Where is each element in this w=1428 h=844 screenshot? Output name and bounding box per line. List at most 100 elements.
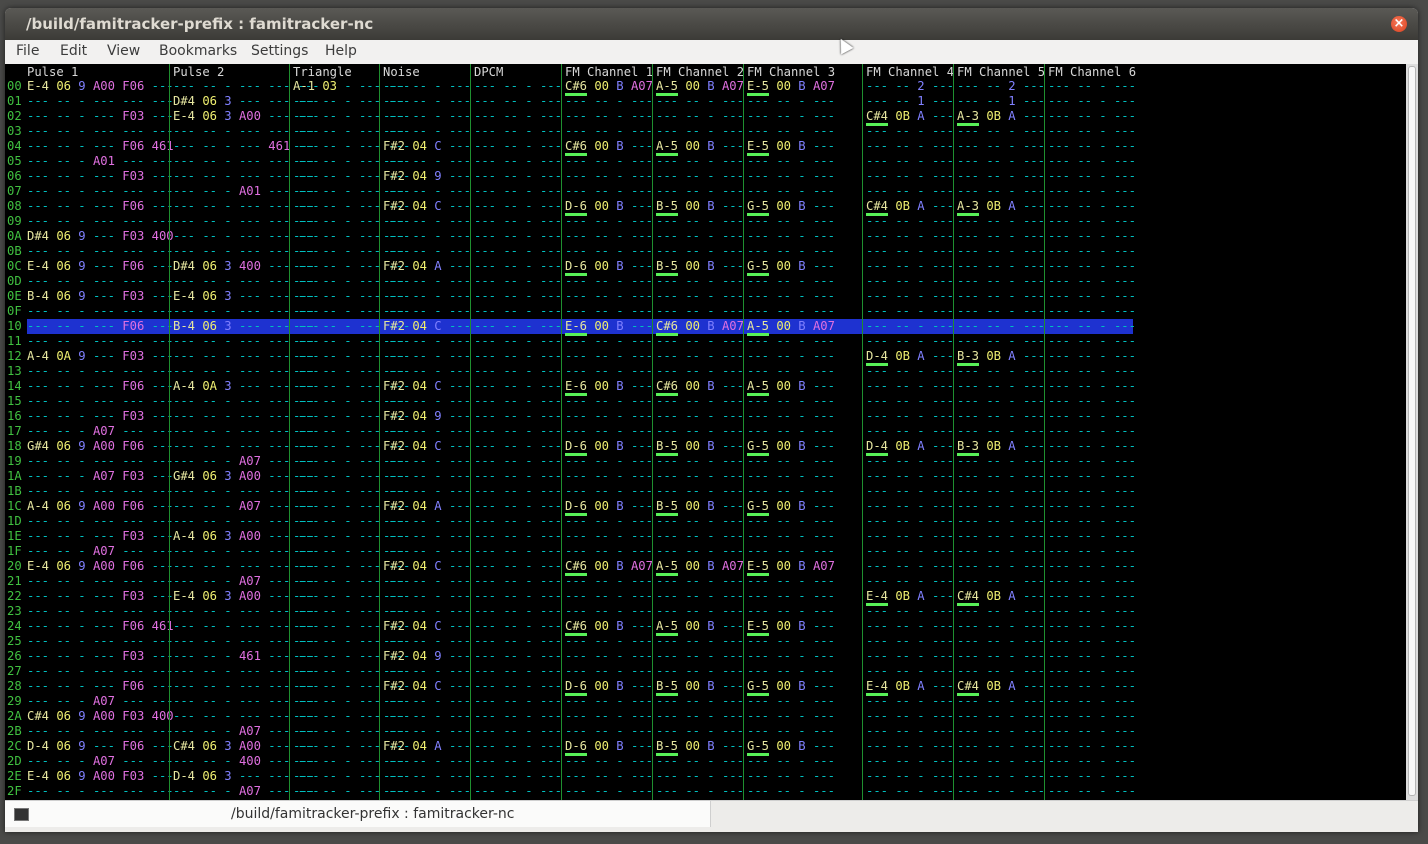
pattern-cell[interactable]: --- xyxy=(747,229,769,243)
pattern-cell[interactable]: --- xyxy=(631,709,653,723)
menu-settings[interactable]: Settings xyxy=(251,43,308,59)
pattern-cell[interactable]: - xyxy=(1008,214,1015,228)
pattern-cell[interactable]: - xyxy=(707,514,714,528)
pattern-cell[interactable]: F#2 xyxy=(383,649,405,663)
pattern-cell[interactable]: --- xyxy=(631,769,653,783)
pattern-cell[interactable]: B-4 xyxy=(173,319,195,333)
pattern-cell[interactable]: -- xyxy=(412,454,427,468)
pattern-cell[interactable]: D-6 xyxy=(565,739,587,753)
pattern-cell[interactable]: - xyxy=(224,604,231,618)
pattern-cell[interactable]: - xyxy=(1008,154,1015,168)
pattern-cell[interactable]: --- xyxy=(359,94,381,108)
pattern-cell[interactable]: --- xyxy=(293,619,315,633)
pattern-cell[interactable]: - xyxy=(525,634,532,648)
pattern-cell[interactable]: -- xyxy=(685,649,700,663)
pattern-cell[interactable]: --- xyxy=(565,484,587,498)
pattern-cell[interactable]: --- xyxy=(152,679,174,693)
pattern-cell[interactable]: - xyxy=(78,619,85,633)
pattern-cell[interactable]: --- xyxy=(656,574,678,588)
pattern-cell[interactable]: B xyxy=(798,499,805,513)
pattern-cell[interactable]: --- xyxy=(540,139,562,153)
pattern-cell[interactable]: --- xyxy=(866,274,888,288)
pattern-cell[interactable]: - xyxy=(917,169,924,183)
pattern-cell[interactable]: --- xyxy=(540,574,562,588)
pattern-cell[interactable]: 00 xyxy=(594,439,609,453)
pattern-cell[interactable]: --- xyxy=(93,634,115,648)
pattern-cell[interactable]: - xyxy=(78,574,85,588)
pattern-cell[interactable]: - xyxy=(434,109,441,123)
pattern-cell[interactable]: -- xyxy=(594,229,609,243)
pattern-cell[interactable]: -- xyxy=(986,229,1001,243)
pattern-cell[interactable]: -- xyxy=(776,454,791,468)
pattern-cell[interactable]: --- xyxy=(268,484,290,498)
pattern-cell[interactable]: --- xyxy=(932,454,954,468)
pattern-cell[interactable]: - xyxy=(917,694,924,708)
pattern-cell[interactable]: --- xyxy=(540,619,562,633)
pattern-cell[interactable]: -- xyxy=(202,169,217,183)
pattern-cell[interactable]: - xyxy=(78,274,85,288)
pattern-cell[interactable]: - xyxy=(434,574,441,588)
pattern-cell[interactable]: --- xyxy=(173,664,195,678)
pattern-cell[interactable]: --- xyxy=(631,634,653,648)
pattern-cell[interactable]: - xyxy=(525,379,532,393)
pattern-cell[interactable]: --- xyxy=(1048,364,1070,378)
pattern-cell[interactable]: --- xyxy=(866,649,888,663)
pattern-cell[interactable]: C#6 xyxy=(656,379,678,393)
pattern-cell[interactable]: --- xyxy=(631,334,653,348)
pattern-cell[interactable]: --- xyxy=(359,739,381,753)
pattern-cell[interactable]: --- xyxy=(631,259,653,273)
pattern-cell[interactable]: --- xyxy=(293,634,315,648)
pattern-cell[interactable]: --- xyxy=(93,604,115,618)
pattern-cell[interactable]: --- xyxy=(359,679,381,693)
pattern-cell[interactable]: -- xyxy=(202,409,217,423)
pattern-cell[interactable]: --- xyxy=(449,379,471,393)
pattern-cell[interactable]: --- xyxy=(722,484,744,498)
pattern-cell[interactable]: -- xyxy=(412,604,427,618)
pattern-cell[interactable]: --- xyxy=(359,529,381,543)
pattern-cell[interactable]: --- xyxy=(152,169,174,183)
pattern-cell[interactable]: --- xyxy=(93,214,115,228)
pattern-cell[interactable]: - xyxy=(616,94,623,108)
pattern-cell[interactable]: - xyxy=(1099,259,1106,273)
pattern-cell[interactable]: -- xyxy=(895,214,910,228)
pattern-cell[interactable]: --- xyxy=(540,709,562,723)
pattern-cell[interactable]: --- xyxy=(27,184,49,198)
pattern-cell[interactable]: A07 xyxy=(93,544,115,558)
pattern-cell[interactable]: F06 xyxy=(122,139,144,153)
pattern-cell[interactable]: - xyxy=(917,514,924,528)
pattern-cell[interactable]: -- xyxy=(1077,94,1092,108)
pattern-cell[interactable]: --- xyxy=(93,319,115,333)
pattern-cell[interactable]: B xyxy=(616,259,623,273)
pattern-cell[interactable]: --- xyxy=(122,274,144,288)
pattern-cell[interactable]: --- xyxy=(27,649,49,663)
pattern-cell[interactable]: - xyxy=(525,169,532,183)
pattern-cell[interactable]: --- xyxy=(268,424,290,438)
pattern-cell[interactable]: --- xyxy=(540,484,562,498)
pattern-cell[interactable]: - xyxy=(917,409,924,423)
pattern-cell[interactable]: --- xyxy=(1114,709,1136,723)
pattern-cell[interactable]: 00 xyxy=(594,619,609,633)
pattern-cell[interactable]: --- xyxy=(359,394,381,408)
pattern-cell[interactable]: 3 xyxy=(224,319,231,333)
pattern-cell[interactable]: -- xyxy=(202,634,217,648)
pattern-cell[interactable]: -- xyxy=(594,169,609,183)
pattern-cell[interactable]: --- xyxy=(268,574,290,588)
pattern-cell[interactable]: --- xyxy=(540,304,562,318)
pattern-cell[interactable]: --- xyxy=(631,604,653,618)
pattern-cell[interactable]: --- xyxy=(957,484,979,498)
pattern-row[interactable]: 0F --- -- - --- --- --- --- -- - --- --- --- --- -- - --… xyxy=(5,304,1406,319)
pattern-cell[interactable]: -- xyxy=(56,784,71,798)
pattern-cell[interactable]: --- xyxy=(1023,229,1045,243)
pattern-cell[interactable]: --- xyxy=(359,364,381,378)
pattern-cell[interactable]: -- xyxy=(986,409,1001,423)
pattern-cell[interactable]: --- xyxy=(152,394,174,408)
pattern-cell[interactable]: --- xyxy=(1114,214,1136,228)
pattern-cell[interactable]: - xyxy=(78,484,85,498)
pattern-cell[interactable]: -- xyxy=(1077,364,1092,378)
pattern-cell[interactable]: 3 xyxy=(224,109,231,123)
pattern-cell[interactable]: --- xyxy=(173,484,195,498)
pattern-cell[interactable]: -- xyxy=(685,124,700,138)
pattern-cell[interactable]: --- xyxy=(932,619,954,633)
pattern-cell[interactable]: --- xyxy=(239,289,261,303)
pattern-cell[interactable]: - xyxy=(707,349,714,363)
